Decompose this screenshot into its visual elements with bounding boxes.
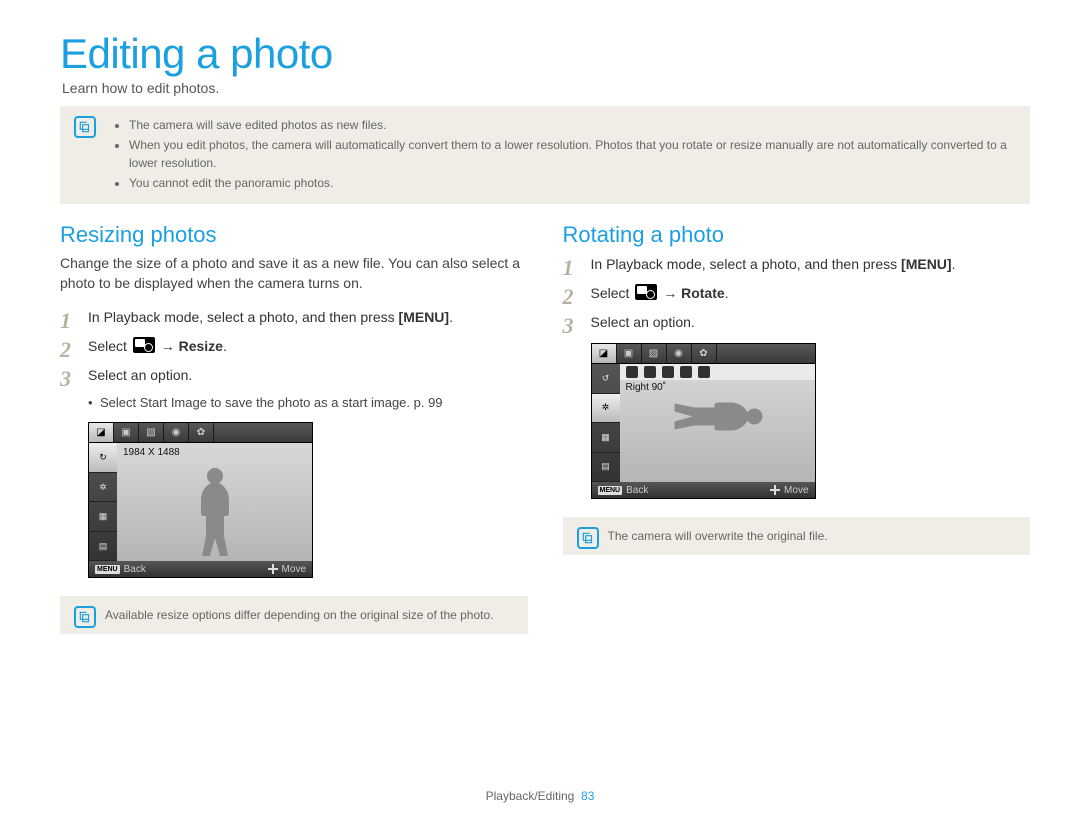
step-number: 3 [563,309,574,342]
tab-icon: ✿ [692,344,717,363]
menu-button-label: [MENU] [901,256,952,272]
side-icon: ↺ [592,364,620,394]
note-icon [74,606,96,628]
side-icon: ✲ [89,473,117,503]
menu-button-label: [MENU] [399,309,450,325]
tab-icon: ◪ [89,423,114,442]
tab-icon: ▧ [139,423,164,442]
section-resizing: Resizing photos Change the size of a pho… [60,222,528,652]
info-note-resize: Available resize options differ dependin… [60,596,528,634]
screenshot-label: Right 90˚ [626,382,667,393]
camera-screenshot-resize: ◪ ▣ ▧ ◉ ✿ ↻ ✲ ▦ ▤ 1984 X 1488 [88,422,313,578]
tab-icon: ◉ [667,344,692,363]
section-desc: Change the size of a photo and save it a… [60,254,528,293]
tab-icon: ▣ [617,344,642,363]
edit-menu-icon [133,337,155,353]
step-1: 1 In Playback mode, select a photo, and … [60,307,528,328]
section-heading: Resizing photos [60,222,528,248]
menu-target: Rotate [681,285,725,301]
person-silhouette [670,382,765,452]
tab-icon: ▣ [114,423,139,442]
move-icon [268,564,278,574]
page-footer: Playback/Editing 83 [0,789,1080,803]
menu-badge: MENU [598,486,623,495]
move-icon [770,485,780,495]
substep: Select Start Image to save the photo as … [88,394,528,412]
rotate-option-icon [698,366,710,378]
rotate-options-row [620,364,815,380]
tab-icon: ▧ [642,344,667,363]
page-title: Editing a photo [60,30,1030,78]
step-2: 2 Select → Rotate. [563,283,1031,304]
step-3: 3 Select an option. [563,312,1031,333]
step-2: 2 Select → Resize. [60,336,528,357]
tab-icon: ◉ [164,423,189,442]
section-heading: Rotating a photo [563,222,1031,248]
screenshot-label: 1984 X 1488 [123,447,180,458]
note-icon [577,527,599,549]
side-icon: ▦ [89,502,117,532]
step-1: 1 In Playback mode, select a photo, and … [563,254,1031,275]
tab-icon: ◪ [592,344,617,363]
side-icon: ▦ [592,423,620,453]
side-icon: ✲ [592,394,620,424]
note-item: When you edit photos, the camera will au… [129,136,1016,172]
note-item: The camera will save edited photos as ne… [129,116,1016,134]
rotate-option-icon [626,366,638,378]
note-icon [74,116,96,138]
side-icon: ▤ [592,453,620,483]
side-icon: ▤ [89,532,117,562]
info-note-rotate: The camera will overwrite the original f… [563,517,1031,555]
info-note-top: The camera will save edited photos as ne… [60,106,1030,204]
rotate-option-icon [680,366,692,378]
rotate-option-icon [644,366,656,378]
step-3: 3 Select an option. [60,365,528,386]
page-subtitle: Learn how to edit photos. [62,80,1030,96]
tab-icon: ✿ [189,423,214,442]
rotate-option-icon [662,366,674,378]
section-rotating: Rotating a photo 1 In Playback mode, sel… [563,222,1031,652]
edit-menu-icon [635,284,657,300]
menu-badge: MENU [95,565,120,574]
step-number: 3 [60,362,71,395]
camera-screenshot-rotate: ◪ ▣ ▧ ◉ ✿ ↺ ✲ ▦ ▤ [591,343,816,499]
side-icon: ↻ [89,443,117,473]
menu-target: Resize [179,338,223,354]
person-silhouette [180,466,250,561]
note-item: You cannot edit the panoramic photos. [129,174,1016,192]
